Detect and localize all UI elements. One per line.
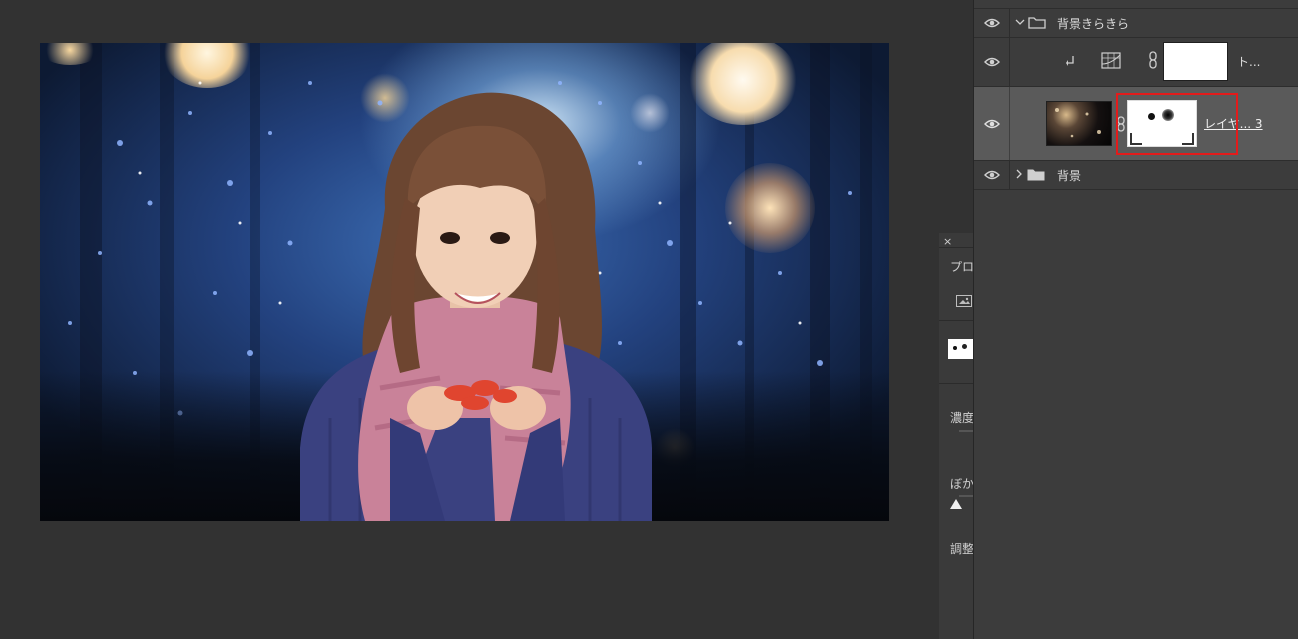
document-canvas[interactable] — [40, 43, 889, 521]
adjust-label: 調整 — [950, 542, 974, 556]
image-layer-icon — [956, 295, 972, 307]
curves-adjustment-icon — [1101, 52, 1121, 69]
visibility-eye-icon[interactable] — [984, 17, 1000, 29]
divider — [939, 247, 973, 248]
layer-name: ト... — [1237, 55, 1261, 69]
properties-panel: × プロ 濃度 ぼか 調整 — [939, 233, 974, 639]
link-chain-icon[interactable] — [1148, 51, 1158, 69]
folder-icon — [1028, 17, 1046, 29]
slider-handle-icon[interactable] — [950, 499, 962, 509]
divider — [939, 320, 973, 321]
layer-row-group-background[interactable]: 背景 — [974, 161, 1298, 190]
divider — [1009, 87, 1010, 160]
layer-name: 背景 — [1057, 169, 1082, 183]
portrait-subject — [300, 92, 652, 521]
folder-icon — [1027, 169, 1045, 181]
density-slider[interactable] — [959, 430, 973, 432]
mask-icon[interactable] — [948, 339, 973, 359]
density-label: 濃度 — [950, 411, 974, 425]
divider — [1009, 161, 1010, 189]
layer-row-group-kirakira[interactable]: 背景きらきら — [974, 9, 1298, 38]
properties-title: プロ — [950, 260, 974, 274]
divider — [939, 383, 973, 384]
layer-image-thumbnail[interactable] — [1046, 101, 1112, 146]
layers-top-edge — [974, 0, 1298, 9]
layer-name: 背景きらきら — [1057, 17, 1130, 31]
visibility-eye-icon[interactable] — [984, 169, 1000, 181]
visibility-eye-icon[interactable] — [984, 118, 1000, 130]
visibility-eye-icon[interactable] — [984, 56, 1000, 68]
divider — [1009, 9, 1010, 37]
chevron-down-icon[interactable] — [1015, 18, 1025, 26]
clip-arrow-icon — [1066, 56, 1074, 66]
chevron-right-icon[interactable] — [1015, 169, 1023, 179]
divider — [1009, 38, 1010, 86]
feather-label: ぼか — [950, 477, 974, 491]
highlight-annotation-box — [1116, 93, 1238, 155]
feather-slider[interactable] — [959, 495, 973, 497]
layer-row-adjustment[interactable]: ト... — [974, 38, 1298, 87]
adjustment-mask-thumbnail[interactable] — [1163, 42, 1228, 81]
